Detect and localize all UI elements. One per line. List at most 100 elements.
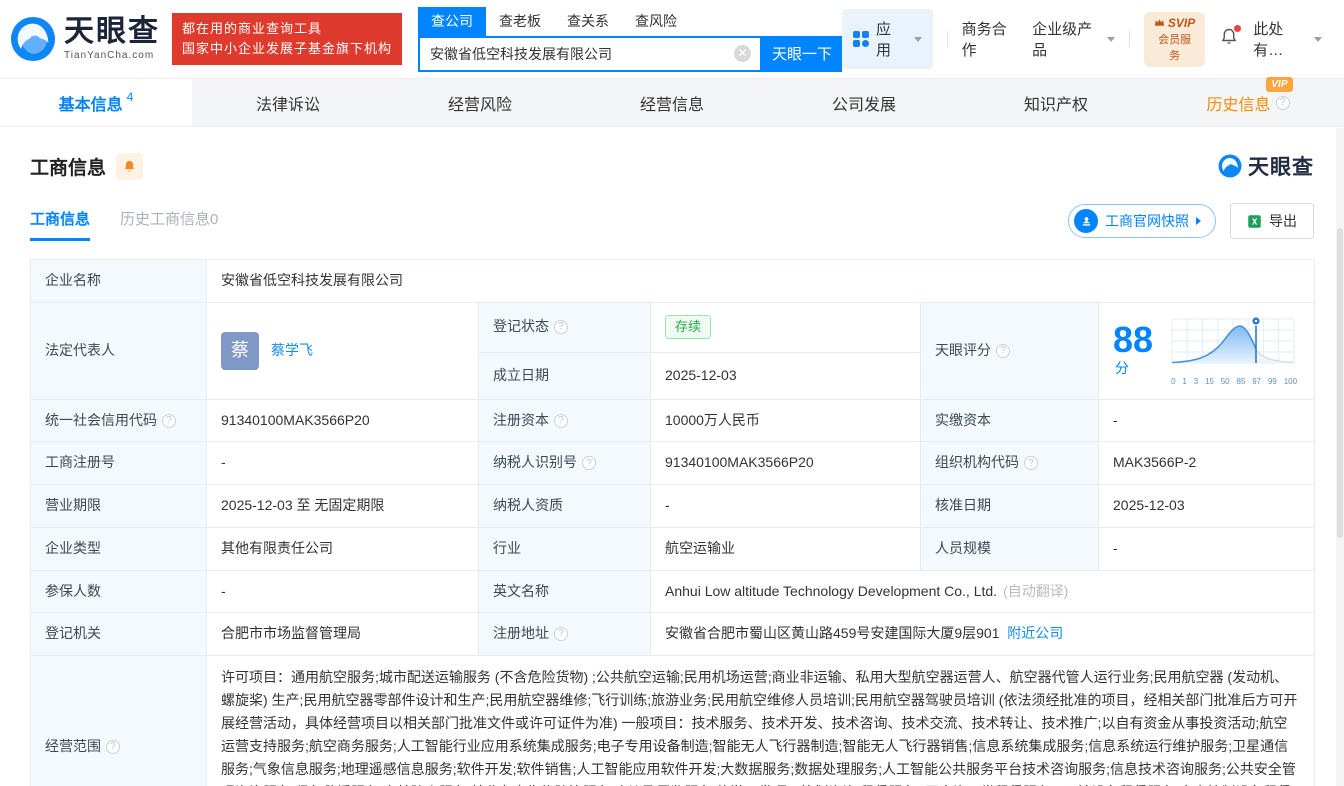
tab-legal[interactable]: 法律诉讼 — [192, 79, 384, 126]
help-icon[interactable]: ? — [996, 343, 1010, 358]
page-scrollbar[interactable] — [1336, 128, 1344, 786]
user-menu[interactable]: 此处有… — [1253, 18, 1322, 60]
tab-history-info[interactable]: 历史信息 VIP ? — [1152, 76, 1344, 126]
field-approval-date-label: 核准日期 — [920, 484, 1099, 528]
nearby-companies-link[interactable]: 附近公司 — [1007, 625, 1063, 641]
apps-grid-icon — [853, 31, 870, 47]
nav-enterprise[interactable]: 企业级产品 — [1032, 18, 1115, 60]
notification-bell[interactable] — [1219, 24, 1242, 52]
tianyancha-logo-icon — [10, 16, 56, 62]
tab-company-development[interactable]: 公司发展 — [768, 79, 960, 126]
scrollbar-thumb[interactable] — [1337, 228, 1343, 538]
search-input[interactable] — [420, 45, 735, 62]
search-tab-relation[interactable]: 查关系 — [554, 7, 622, 36]
field-reg-status-label: 登记状态? — [478, 301, 651, 353]
field-address-label: 注册地址? — [478, 612, 651, 656]
tab-intellectual-property[interactable]: 知识产权 — [960, 79, 1152, 126]
notification-dot — [1234, 24, 1242, 32]
table-row: 统一社会信用代码? 91340100MAK3566P20 注册资本? 10000… — [30, 398, 1316, 443]
field-taxpayer-quality-label: 纳税人资质 — [478, 484, 651, 528]
tianyancha-logo[interactable]: 天眼查 TianYanCha.com — [10, 16, 160, 62]
divider — [1128, 31, 1130, 47]
score-number[interactable]: 88分 — [1113, 321, 1154, 380]
field-business-term-label: 营业期限 — [30, 484, 207, 528]
tab-operation-info[interactable]: 经营信息 — [576, 79, 768, 126]
header-right-nav: 应用 商务合作 企业级产品 SVIP 会员服务 此处有… — [842, 9, 1322, 69]
field-score-label: 天眼评分? — [920, 301, 1099, 400]
status-badge: 存续 — [665, 315, 712, 340]
nav-cooperation[interactable]: 商务合作 — [962, 18, 1018, 60]
official-snapshot-label: 工商官网快照 — [1105, 213, 1189, 229]
help-icon[interactable]: ? — [582, 456, 596, 471]
chevron-down-icon — [1106, 36, 1115, 42]
help-icon[interactable]: ? — [1275, 95, 1290, 110]
table-row: 参保人数 - 英文名称 Anhui Low altitude Technolog… — [30, 569, 1316, 614]
search-tab-boss[interactable]: 查老板 — [486, 7, 554, 36]
auto-translate-note: (自动翻译) — [1003, 582, 1069, 599]
official-snapshot-button[interactable]: 工商官网快照 — [1068, 204, 1216, 238]
watermark-text: 天眼查 — [1248, 156, 1314, 179]
field-reg-number-label: 工商注册号 — [30, 441, 207, 486]
subtab-business-info[interactable]: 工商信息 — [30, 208, 91, 241]
field-reg-status-value: 存续 — [650, 301, 921, 353]
field-approval-date-value: 2025-12-03 — [1097, 484, 1316, 528]
field-reg-capital-value: 10000万人民币 — [650, 398, 921, 443]
field-org-code-label: 组织机构代码? — [920, 441, 1099, 486]
field-registry-label: 登记机关 — [30, 612, 207, 656]
field-company-type-value: 其他有限责任公司 — [206, 526, 479, 571]
slogan-line1: 都在用的商业查询工具 — [182, 20, 323, 36]
search-submit-button[interactable]: 天眼一下 — [762, 35, 843, 72]
crown-icon — [1154, 19, 1164, 26]
field-credit-code-label: 统一社会信用代码? — [30, 398, 207, 443]
help-icon[interactable]: ? — [106, 739, 120, 754]
stamp-icon — [1074, 209, 1098, 233]
field-taxpayer-id-value: 91340100MAK3566P20 — [650, 441, 921, 486]
help-icon[interactable]: ? — [554, 627, 568, 642]
field-insured-label: 参保人数 — [30, 569, 207, 614]
company-nav-tabs: 基本信息 4 法律诉讼 经营风险 经营信息 公司发展 知识产权 历史信息 VIP… — [0, 76, 1344, 127]
clear-icon[interactable]: ✕ — [734, 45, 752, 62]
field-paid-capital-label: 实缴资本 — [920, 398, 1099, 443]
export-label: 导出 — [1269, 213, 1297, 229]
score-distribution-chart: 01 3 15 50 85 97 99 100 — [1168, 313, 1300, 389]
field-industry-value: 航空运输业 — [650, 526, 921, 571]
help-icon[interactable]: ? — [162, 413, 176, 428]
help-icon[interactable]: ? — [554, 320, 568, 335]
avatar[interactable]: 蔡 — [221, 331, 259, 370]
search-tabs: 查公司 查老板 查关系 查风险 — [418, 6, 842, 36]
field-insured-value: - — [206, 569, 479, 614]
field-legal-rep-value: 蔡 蔡学飞 — [206, 301, 479, 400]
legal-rep-link[interactable]: 蔡学飞 — [271, 340, 313, 362]
table-row: 企业名称 安徽省低空科技发展有限公司 — [30, 259, 1316, 303]
svip-sublabel: 会员服务 — [1158, 33, 1192, 62]
help-icon[interactable]: ? — [554, 413, 568, 428]
tab-basic-info-count: 4 — [126, 89, 134, 104]
apps-menu[interactable]: 应用 — [842, 9, 933, 69]
search-box: 查公司 查老板 查关系 查风险 ✕ 天眼一下 — [418, 6, 843, 72]
tab-basic-info[interactable]: 基本信息 4 — [0, 79, 192, 126]
search-tab-company[interactable]: 查公司 — [418, 6, 487, 36]
field-establish-date-label: 成立日期 — [478, 351, 651, 400]
field-taxpayer-id-label: 纳税人识别号? — [478, 441, 651, 486]
search-tab-risk[interactable]: 查风险 — [622, 7, 690, 36]
svip-member-badge[interactable]: SVIP 会员服务 — [1143, 11, 1206, 67]
export-button[interactable]: 导出 — [1230, 203, 1314, 239]
subtab-history-business-info[interactable]: 历史工商信息0 — [120, 208, 218, 241]
field-credit-code-value: 91340100MAK3566P20 — [206, 398, 479, 443]
slogan-badge: 都在用的商业查询工具 国家中小企业发展子基金旗下机构 — [172, 12, 403, 66]
field-company-type-label: 企业类型 — [30, 526, 207, 571]
table-row: 登记机关 合肥市市场监督管理局 注册地址? 安徽省合肥市蜀山区黄山路459号安建… — [30, 612, 1316, 656]
tianyancha-logo-icon — [1218, 154, 1242, 178]
help-icon[interactable]: ? — [1024, 456, 1038, 471]
search-field: ✕ — [418, 35, 763, 72]
bell-icon — [124, 160, 135, 172]
table-row: 企业类型 其他有限责任公司 行业 航空运输业 人员规模 - — [30, 526, 1316, 571]
brand-domain: TianYanCha.com — [64, 50, 155, 61]
subscribe-bell-button[interactable] — [116, 152, 144, 180]
watermark-logo: 天眼查 — [1218, 151, 1314, 181]
field-taxpayer-quality-value: - — [650, 484, 921, 528]
apps-label: 应用 — [876, 21, 892, 59]
field-business-term-value: 2025-12-03 至 无固定期限 — [206, 484, 479, 528]
user-label: 此处有… — [1253, 21, 1284, 59]
tab-operation-risk[interactable]: 经营风险 — [384, 79, 576, 126]
